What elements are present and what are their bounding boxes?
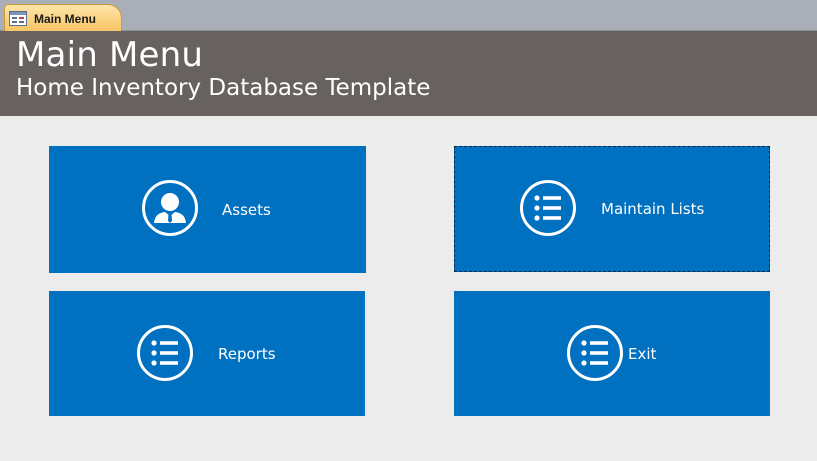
document-tab-strip: Main Menu <box>0 0 817 32</box>
maintain-lists-button[interactable]: Maintain Lists <box>454 146 770 272</box>
tab-label: Main Menu <box>34 11 96 26</box>
tab-main-menu[interactable]: Main Menu <box>4 4 122 32</box>
page-title: Main Menu <box>16 35 204 75</box>
form-icon <box>9 11 27 26</box>
page-subtitle: Home Inventory Database Template <box>16 75 431 101</box>
maintain-lists-label: Maintain Lists <box>601 200 705 218</box>
reports-label: Reports <box>218 345 276 363</box>
assets-button[interactable]: Assets <box>49 146 366 273</box>
assets-label: Assets <box>222 201 271 219</box>
list-icon <box>137 325 193 381</box>
exit-label: Exit <box>628 345 657 363</box>
person-icon <box>142 180 198 236</box>
list-icon <box>567 325 623 381</box>
exit-button[interactable]: Exit <box>454 291 770 416</box>
list-icon <box>520 180 576 236</box>
reports-button[interactable]: Reports <box>49 291 365 416</box>
form-header: Main Menu Home Inventory Database Templa… <box>0 31 817 116</box>
